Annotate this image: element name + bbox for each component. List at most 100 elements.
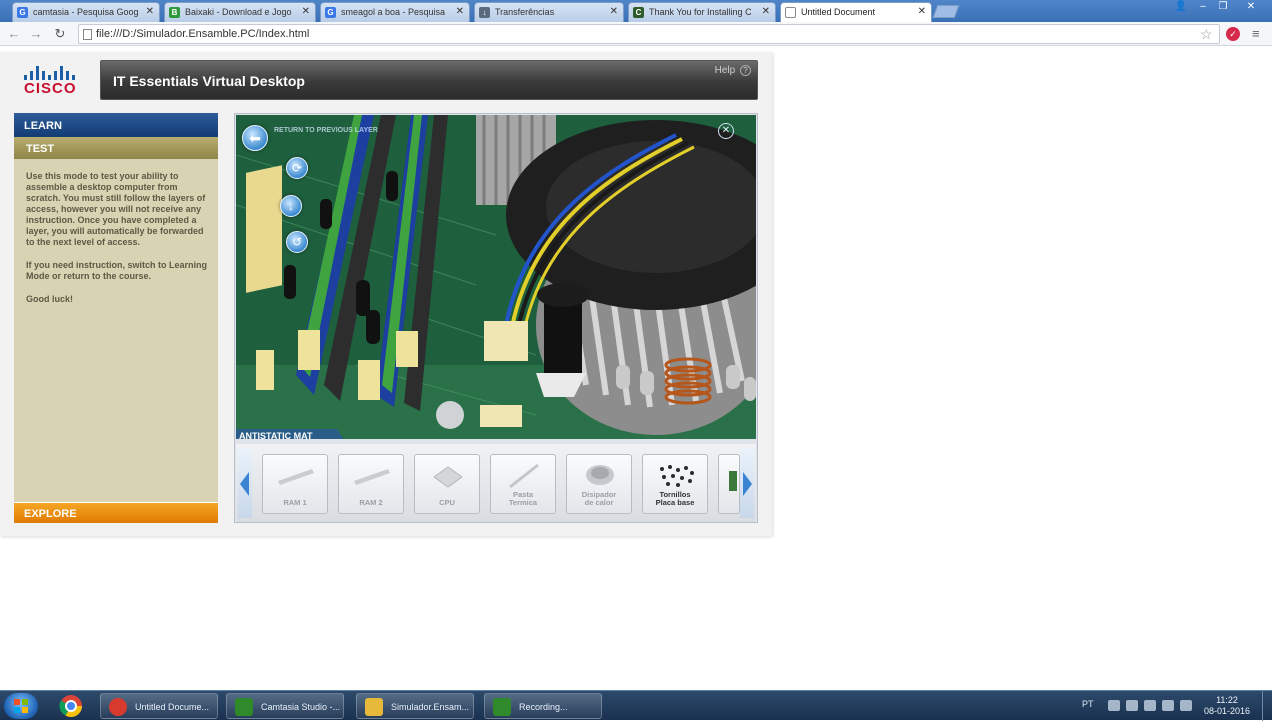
google-icon: G	[17, 7, 28, 18]
reset-view-icon[interactable]: ↺	[286, 231, 308, 253]
baixaki-icon: B	[169, 7, 180, 18]
part-label: RAM 2	[359, 498, 383, 507]
taskbar-item-label: Recording...	[519, 702, 568, 712]
part-heatsink[interactable]: Disipador de calor	[566, 454, 632, 514]
motherboard-scene[interactable]: ⬅ RETURN TO PREVIOUS LAYER ⟳ ↓ ↺ ✕ ANTIS…	[236, 115, 756, 439]
menu-icon[interactable]: ≡	[1252, 26, 1260, 41]
simulator-app: CISCO IT Essentials Virtual Desktop Help…	[0, 52, 772, 536]
taskbar-item-chrome[interactable]: Untitled Docume...	[100, 693, 218, 719]
tab-label: Thank You for Installing C	[649, 7, 752, 17]
part-ram-2[interactable]: RAM 2	[338, 454, 404, 514]
chrome-icon	[109, 698, 127, 716]
tab-label: camtasia - Pesquisa Goog	[33, 7, 139, 17]
part-next-partial[interactable]	[718, 454, 740, 514]
test-mode-instructions: Use this mode to test your ability to as…	[26, 171, 208, 317]
parts-tray: RAM 1 RAM 2 CPU Pasta Termica Disipador de…	[236, 444, 756, 522]
test-mode-button[interactable]: TEST	[14, 137, 218, 159]
app-title-bar: IT Essentials Virtual Desktop Help ?	[100, 60, 758, 100]
tab-close-icon[interactable]: ✕	[762, 6, 770, 17]
show-desktop-button[interactable]	[1262, 691, 1272, 721]
return-back-arrow-icon[interactable]: ⬅	[242, 125, 268, 151]
thermal-paste-syringe-icon	[509, 463, 539, 489]
help-label: Help	[714, 65, 736, 76]
new-tab-button[interactable]	[932, 5, 960, 18]
reload-icon[interactable]: ↻	[52, 26, 68, 42]
window-close-icon[interactable]: ✕	[1242, 1, 1260, 12]
ram-module-icon	[354, 469, 390, 485]
network-icon[interactable]	[1144, 700, 1156, 711]
tab-downloads[interactable]: ↓ Transferências ✕	[474, 2, 624, 22]
bookmark-star-icon[interactable]: ☆	[1200, 26, 1213, 43]
flag-icon[interactable]	[1126, 700, 1138, 711]
browser-tab-strip: G camtasia - Pesquisa Goog ✕ B Baixaki -…	[0, 0, 1272, 22]
app-title: IT Essentials Virtual Desktop	[113, 73, 305, 89]
heatsink-icon	[586, 465, 614, 485]
part-label: CPU	[439, 498, 455, 507]
scroll-right-arrow-icon[interactable]	[740, 448, 754, 518]
tab-close-icon[interactable]: ✕	[610, 6, 618, 17]
tab-untitled-document[interactable]: Untitled Document ✕	[780, 2, 932, 22]
camtasia-icon: C	[633, 7, 644, 18]
tab-label: Transferências	[495, 7, 555, 17]
scroll-left-arrow-icon[interactable]	[238, 448, 252, 518]
part-label: Tornillos Placa base	[655, 490, 695, 507]
part-label: RAM 1	[283, 498, 307, 507]
tab-smeagol-search[interactable]: G smeagol a boa - Pesquisa ✕	[320, 2, 470, 22]
taskbar-item-camtasia[interactable]: Camtasia Studio -...	[226, 693, 344, 719]
user-icon[interactable]: 👤	[1172, 1, 1190, 12]
part-motherboard-screws[interactable]: Tornillos Placa base	[642, 454, 708, 514]
mode-sidebar: LEARN TEST Use this mode to test your ab…	[14, 113, 218, 523]
help-icon: ?	[740, 65, 751, 76]
tab-label: smeagol a boa - Pesquisa	[341, 7, 446, 17]
taskbar-item-label: Untitled Docume...	[135, 702, 210, 712]
forward-arrow-icon[interactable]: →	[28, 26, 44, 42]
tab-close-icon[interactable]: ✕	[146, 6, 154, 17]
cisco-logo: CISCO	[18, 64, 82, 100]
tray-arrow-icon[interactable]	[1108, 700, 1120, 711]
explore-mode-button[interactable]: EXPLORE	[14, 502, 218, 523]
ram-module-icon	[278, 469, 314, 485]
part-thermal-paste[interactable]: Pasta Termica	[490, 454, 556, 514]
tab-camtasia-thanks[interactable]: C Thank You for Installing C ✕	[628, 2, 776, 22]
download-icon: ↓	[479, 7, 490, 18]
taskbar-item-label: Simulador.Ensam...	[391, 702, 470, 712]
learn-mode-button[interactable]: LEARN	[14, 113, 218, 137]
windows-logo-icon	[14, 699, 28, 713]
monitor-icon[interactable]	[1180, 700, 1192, 711]
instruction-paragraph: If you need instruction, switch to Learn…	[26, 260, 208, 281]
part-ram-1[interactable]: RAM 1	[262, 454, 328, 514]
folder-icon	[365, 698, 383, 716]
tab-label: Untitled Document	[801, 7, 876, 17]
tab-label: Baixaki - Download e Jogo	[185, 7, 292, 17]
minimize-icon[interactable]: –	[1194, 1, 1212, 12]
tab-close-icon[interactable]: ✕	[302, 6, 310, 17]
tab-close-icon[interactable]: ✕	[918, 6, 926, 17]
tab-baixaki[interactable]: B Baixaki - Download e Jogo ✕	[164, 2, 316, 22]
close-view-icon[interactable]: ✕	[718, 123, 734, 139]
system-clock[interactable]: 11:22 08-01-2016	[1200, 695, 1254, 717]
rotate-view-icon[interactable]: ⟳	[286, 157, 308, 179]
back-arrow-icon[interactable]: ←	[6, 26, 22, 42]
extension-icon[interactable]: ✓	[1226, 27, 1240, 41]
taskbar-item-label: Camtasia Studio -...	[261, 702, 341, 712]
tab-close-icon[interactable]: ✕	[456, 6, 464, 17]
taskbar-item-folder[interactable]: Simulador.Ensam...	[356, 693, 474, 719]
tab-camtasia-search[interactable]: G camtasia - Pesquisa Goog ✕	[12, 2, 160, 22]
page-icon	[785, 7, 796, 18]
google-icon: G	[325, 7, 336, 18]
antistatic-mat-label: ANTISTATIC MAT	[236, 429, 346, 439]
part-thumbnail	[729, 471, 737, 491]
taskbar-item-recording[interactable]: Recording...	[484, 693, 602, 719]
help-button[interactable]: Help ?	[715, 65, 751, 76]
address-url: file:///D:/Simulador.Ensamble.PC/Index.h…	[96, 28, 310, 40]
restore-icon[interactable]: ❐	[1214, 1, 1232, 12]
address-bar[interactable]: file:///D:/Simulador.Ensamble.PC/Index.h…	[78, 24, 1220, 44]
volume-icon[interactable]	[1162, 700, 1174, 711]
part-label: Disipador de calor	[581, 490, 617, 507]
move-down-arrow-icon[interactable]: ↓	[280, 195, 302, 217]
language-indicator[interactable]: PT	[1082, 699, 1094, 709]
motherboard-illustration	[236, 115, 756, 439]
part-cpu[interactable]: CPU	[414, 454, 480, 514]
start-button[interactable]	[4, 693, 38, 719]
chrome-pinned-icon[interactable]	[52, 694, 90, 718]
